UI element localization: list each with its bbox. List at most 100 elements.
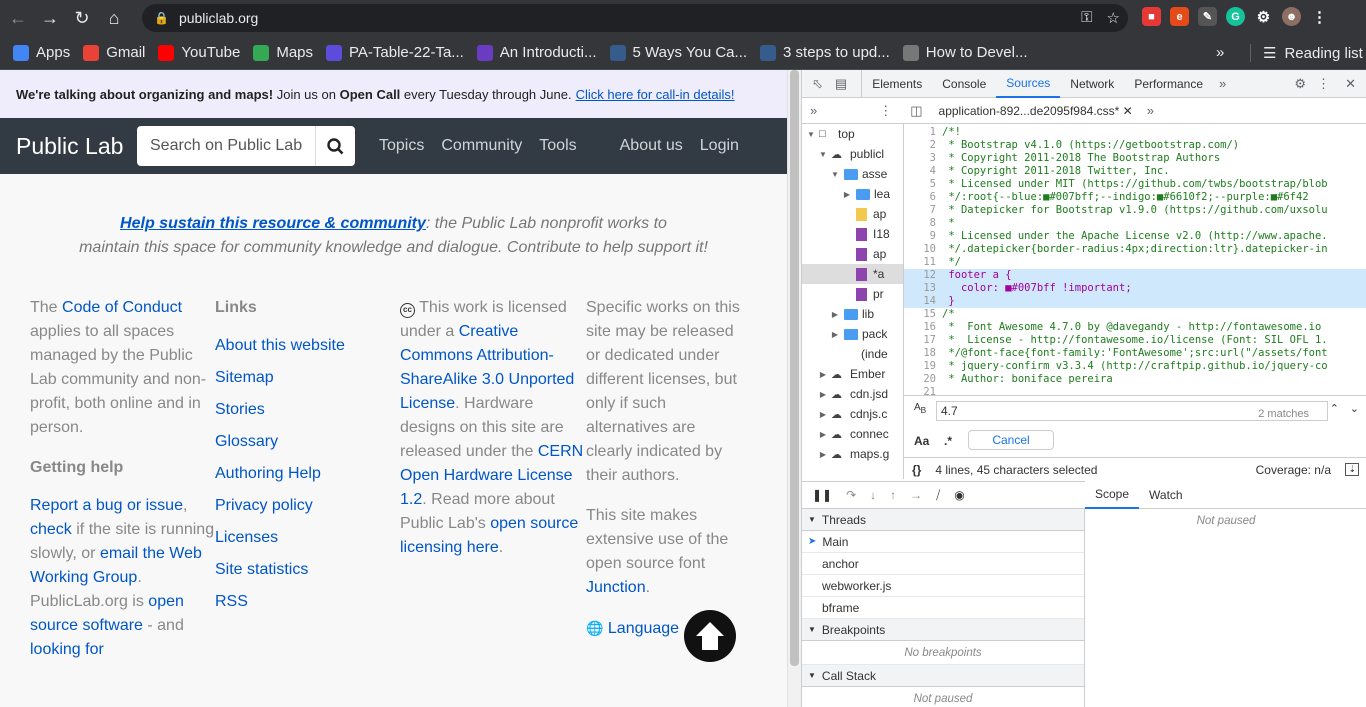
close-tab-icon[interactable]: ✕ xyxy=(1123,104,1133,118)
nav-login[interactable]: Login xyxy=(700,137,739,155)
tree-item[interactable]: *a xyxy=(802,264,903,284)
footer-link[interactable]: Glossary xyxy=(215,430,400,454)
page-scrollbar[interactable] xyxy=(787,70,801,707)
tree-item[interactable]: I18 xyxy=(802,224,903,244)
threads-section[interactable]: ▼ Threads xyxy=(802,509,1084,531)
site-brand[interactable]: Public Lab xyxy=(16,133,137,160)
tab-sources[interactable]: Sources xyxy=(996,70,1061,98)
footer-link[interactable]: Sitemap xyxy=(215,366,400,390)
step-over-icon[interactable]: ↷ xyxy=(846,488,856,502)
coverage-icon[interactable]: ⇣ xyxy=(1345,463,1359,476)
tree-item[interactable]: ▶ ☁ Ember xyxy=(802,364,903,384)
search-button[interactable] xyxy=(315,126,355,166)
find-next-icon[interactable]: ⌄ xyxy=(1350,402,1359,415)
language-link[interactable]: 🌐 Language xyxy=(586,620,679,638)
bookmark-item[interactable]: Apps xyxy=(13,44,70,61)
key-icon[interactable]: ⚿ xyxy=(1081,9,1092,27)
star-icon[interactable]: ☆ xyxy=(1107,9,1120,27)
site-search[interactable]: Search on Public Lab xyxy=(137,126,355,166)
bookmark-item[interactable]: 5 Ways You Ca... xyxy=(609,44,747,61)
tab-scope[interactable]: Scope xyxy=(1085,481,1140,509)
footer-link[interactable]: Stories xyxy=(215,398,400,422)
tree-item[interactable]: ▶ ☁ connec xyxy=(802,424,903,444)
address-bar[interactable]: 🔒 publiclab.org ⚿ ☆ xyxy=(142,4,1128,32)
code-editor[interactable]: 1/*! 2 * Bootstrap v4.1.0 (https://getboo… xyxy=(904,124,1366,395)
tree-item[interactable]: ▼ □ top xyxy=(802,124,903,144)
code-of-conduct-link[interactable]: Code of Conduct xyxy=(62,299,182,316)
tree-item[interactable]: ▶ ☁ cdn.jsd xyxy=(802,384,903,404)
thread-item[interactable]: webworker.js xyxy=(802,575,1084,597)
close-devtools-icon[interactable]: ✕ xyxy=(1345,76,1356,92)
find-input[interactable]: 4.7 2 matches xyxy=(936,401,1328,421)
footer-link[interactable]: RSS xyxy=(215,590,400,614)
extension-e-icon[interactable]: e xyxy=(1170,7,1189,26)
bookmark-item[interactable]: PA-Table-22-Ta... xyxy=(326,44,464,61)
footer-link[interactable]: Privacy policy xyxy=(215,494,400,518)
devtools-menu-icon[interactable]: ⋮ xyxy=(1317,76,1330,92)
toggle-navigator-icon[interactable]: ◫ xyxy=(910,103,922,119)
find-prev-icon[interactable]: ⌃ xyxy=(1330,402,1339,415)
tree-item[interactable]: pr xyxy=(802,284,903,304)
device-toolbar-icon[interactable]: ▤ xyxy=(835,76,847,92)
back-arrow-icon[interactable]: ← xyxy=(4,4,32,32)
tab-watch[interactable]: Watch xyxy=(1139,481,1193,509)
bookmark-item[interactable]: YouTube xyxy=(158,44,240,61)
more-files-icon[interactable]: » xyxy=(1147,103,1154,118)
nav-topics[interactable]: Topics xyxy=(379,137,424,155)
tree-item[interactable]: ap xyxy=(802,244,903,264)
bookmarks-overflow-icon[interactable]: » xyxy=(1216,44,1224,61)
bookmark-item[interactable]: Gmail xyxy=(83,44,145,61)
extension-highlighter-icon[interactable]: ✎ xyxy=(1198,7,1217,26)
thread-item[interactable]: bframe xyxy=(802,597,1084,619)
page-scrollbar-thumb[interactable] xyxy=(790,70,799,666)
thread-item[interactable]: anchor xyxy=(802,553,1084,575)
tab-console[interactable]: Console xyxy=(932,70,996,98)
tree-item[interactable]: (inde xyxy=(802,344,903,364)
nav-community[interactable]: Community xyxy=(441,137,522,155)
step-out-icon[interactable]: ↑ xyxy=(890,488,896,502)
pause-on-exceptions-icon[interactable]: ◉ xyxy=(954,488,964,502)
nav-about-us[interactable]: About us xyxy=(620,137,683,155)
sustain-link[interactable]: Help sustain this resource & community xyxy=(120,215,426,232)
inspect-element-icon[interactable]: ⬁ xyxy=(812,76,823,92)
footer-link[interactable]: About this website xyxy=(215,334,400,358)
grammarly-icon[interactable]: G xyxy=(1226,7,1245,26)
tree-item[interactable]: ▼ asse xyxy=(802,164,903,184)
bookmark-item[interactable]: Maps xyxy=(253,44,313,61)
check-link[interactable]: check xyxy=(30,521,72,538)
callstack-section[interactable]: ▼ Call Stack xyxy=(802,665,1084,687)
step-into-icon[interactable]: ↓ xyxy=(870,488,876,502)
puzzle-extensions-icon[interactable]: ⚙ xyxy=(1254,7,1273,26)
profile-avatar[interactable]: ☻ xyxy=(1282,7,1301,26)
tree-item[interactable]: ▼ ☁ publicl xyxy=(802,144,903,164)
thread-item[interactable]: ➤ Main xyxy=(802,531,1084,553)
tree-item[interactable]: ▶ lea xyxy=(802,184,903,204)
bookmark-item[interactable]: An Introducti... xyxy=(476,44,597,61)
regex-icon[interactable]: .* xyxy=(944,434,952,448)
report-bug-link[interactable]: Report a bug or issue xyxy=(30,497,183,514)
tree-item[interactable]: ▶ pack xyxy=(802,324,903,344)
reading-list-button[interactable]: ☰ Reading list xyxy=(1250,44,1363,62)
more-sources-icon[interactable]: » xyxy=(810,103,817,118)
home-icon[interactable]: ⌂ xyxy=(100,4,128,32)
settings-gear-icon[interactable]: ⚙ xyxy=(1294,76,1306,92)
footer-link[interactable]: Licenses xyxy=(215,526,400,550)
replace-toggle-icon[interactable]: AB xyxy=(914,402,926,415)
looking-for-link[interactable]: looking for xyxy=(30,641,104,658)
tree-item[interactable]: ap xyxy=(802,204,903,224)
pause-icon[interactable]: ❚❚ xyxy=(812,488,832,502)
call-in-details-link[interactable]: Click here for call-in details! xyxy=(576,87,735,102)
scroll-to-top-button[interactable] xyxy=(684,610,736,662)
more-tabs-icon[interactable]: » xyxy=(1219,76,1226,91)
cancel-button[interactable]: Cancel xyxy=(968,430,1054,450)
navigator-menu-icon[interactable]: ⋮ xyxy=(879,103,892,119)
bookmark-item[interactable]: 3 steps to upd... xyxy=(760,44,890,61)
nav-tools[interactable]: Tools xyxy=(539,137,576,155)
tab-performance[interactable]: Performance xyxy=(1124,70,1213,98)
tree-item[interactable]: ▶ lib xyxy=(802,304,903,324)
junction-font-link[interactable]: Junction xyxy=(586,579,646,596)
forward-arrow-icon[interactable]: → xyxy=(36,4,64,32)
breakpoints-section[interactable]: ▼ Breakpoints xyxy=(802,619,1084,641)
reload-icon[interactable]: ↻ xyxy=(68,4,96,32)
deactivate-breakpoints-icon[interactable]: ⧸ xyxy=(936,488,940,503)
